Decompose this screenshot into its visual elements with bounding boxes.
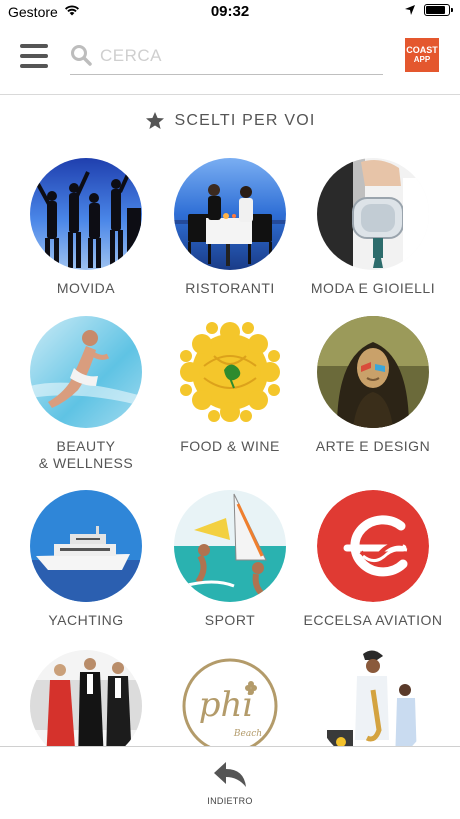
phi-beach-logo-image: phi Beach bbox=[174, 650, 286, 746]
menu-icon-bar bbox=[20, 64, 48, 68]
phi-logo-subtext: Beach bbox=[233, 729, 262, 739]
music-image bbox=[317, 650, 429, 746]
search-input[interactable] bbox=[98, 42, 382, 70]
status-bar: Gestore 09:32 bbox=[0, 0, 460, 24]
category-label: YACHTING bbox=[48, 612, 124, 628]
category-food-wine[interactable]: FOOD & WINE bbox=[155, 316, 305, 455]
menu-icon-bar bbox=[20, 44, 48, 48]
logo-text-line1: COAST bbox=[406, 45, 438, 55]
category-label: FOOD & WINE bbox=[180, 438, 280, 454]
battery-icon bbox=[424, 4, 453, 16]
section-header: SCELTI PER VOI bbox=[0, 108, 460, 134]
back-label: INDIETRO bbox=[207, 796, 253, 806]
category-item[interactable]: phi Beach bbox=[155, 650, 305, 746]
yachting-image bbox=[30, 490, 142, 602]
category-label: ARTE E DESIGN bbox=[315, 438, 431, 454]
category-grid: MOVIDA RISTORANTI MODA E GIOIELLI BEAUTY… bbox=[0, 150, 460, 746]
movida-image bbox=[30, 158, 142, 270]
arte-image bbox=[317, 316, 429, 428]
search-icon bbox=[71, 45, 92, 66]
clock: 09:32 bbox=[210, 3, 250, 20]
category-arte-design[interactable]: ARTE E DESIGN bbox=[298, 316, 448, 455]
phi-logo-text: phi bbox=[199, 685, 254, 725]
category-item[interactable] bbox=[298, 650, 448, 746]
category-label: SPORT bbox=[204, 612, 256, 628]
category-label: RISTORANTI bbox=[185, 280, 275, 296]
menu-icon-bar bbox=[20, 54, 48, 58]
header: COAST APP bbox=[0, 24, 460, 95]
category-label: MOVIDA bbox=[56, 280, 116, 296]
moda-image bbox=[317, 158, 429, 270]
event-image bbox=[30, 650, 142, 746]
menu-button[interactable] bbox=[20, 44, 48, 68]
category-moda-e-gioielli[interactable]: MODA E GIOIELLI bbox=[298, 158, 448, 297]
search-bar bbox=[70, 38, 383, 75]
location-arrow-icon bbox=[405, 5, 415, 15]
section-title: SCELTI PER VOI bbox=[174, 112, 316, 129]
eccelsa-logo-image bbox=[317, 490, 429, 602]
star-icon bbox=[145, 112, 164, 129]
category-eccelsa-aviation[interactable]: ECCELSA AVIATION bbox=[298, 490, 448, 629]
beauty-image bbox=[30, 316, 142, 428]
category-ristoranti[interactable]: RISTORANTI bbox=[155, 158, 305, 297]
category-beauty-wellness[interactable]: BEAUTY & WELLNESS bbox=[11, 316, 161, 472]
bottom-bar: INDIETRO bbox=[0, 746, 460, 819]
ristoranti-image bbox=[174, 158, 286, 270]
category-label: ECCELSA AVIATION bbox=[303, 612, 443, 628]
category-item[interactable] bbox=[11, 650, 161, 746]
back-button[interactable]: INDIETRO bbox=[195, 759, 265, 811]
category-label: BEAUTY & WELLNESS bbox=[38, 438, 134, 471]
food-image bbox=[174, 316, 286, 428]
coast-app-logo[interactable]: COAST APP bbox=[405, 38, 439, 72]
category-label: MODA E GIOIELLI bbox=[310, 280, 436, 296]
category-movida[interactable]: MOVIDA bbox=[11, 158, 161, 297]
sport-image bbox=[174, 490, 286, 602]
logo-text-line2: APP bbox=[413, 55, 431, 64]
category-yachting[interactable]: YACHTING bbox=[11, 490, 161, 629]
category-sport[interactable]: SPORT bbox=[155, 490, 305, 629]
back-arrow-icon bbox=[214, 762, 246, 787]
